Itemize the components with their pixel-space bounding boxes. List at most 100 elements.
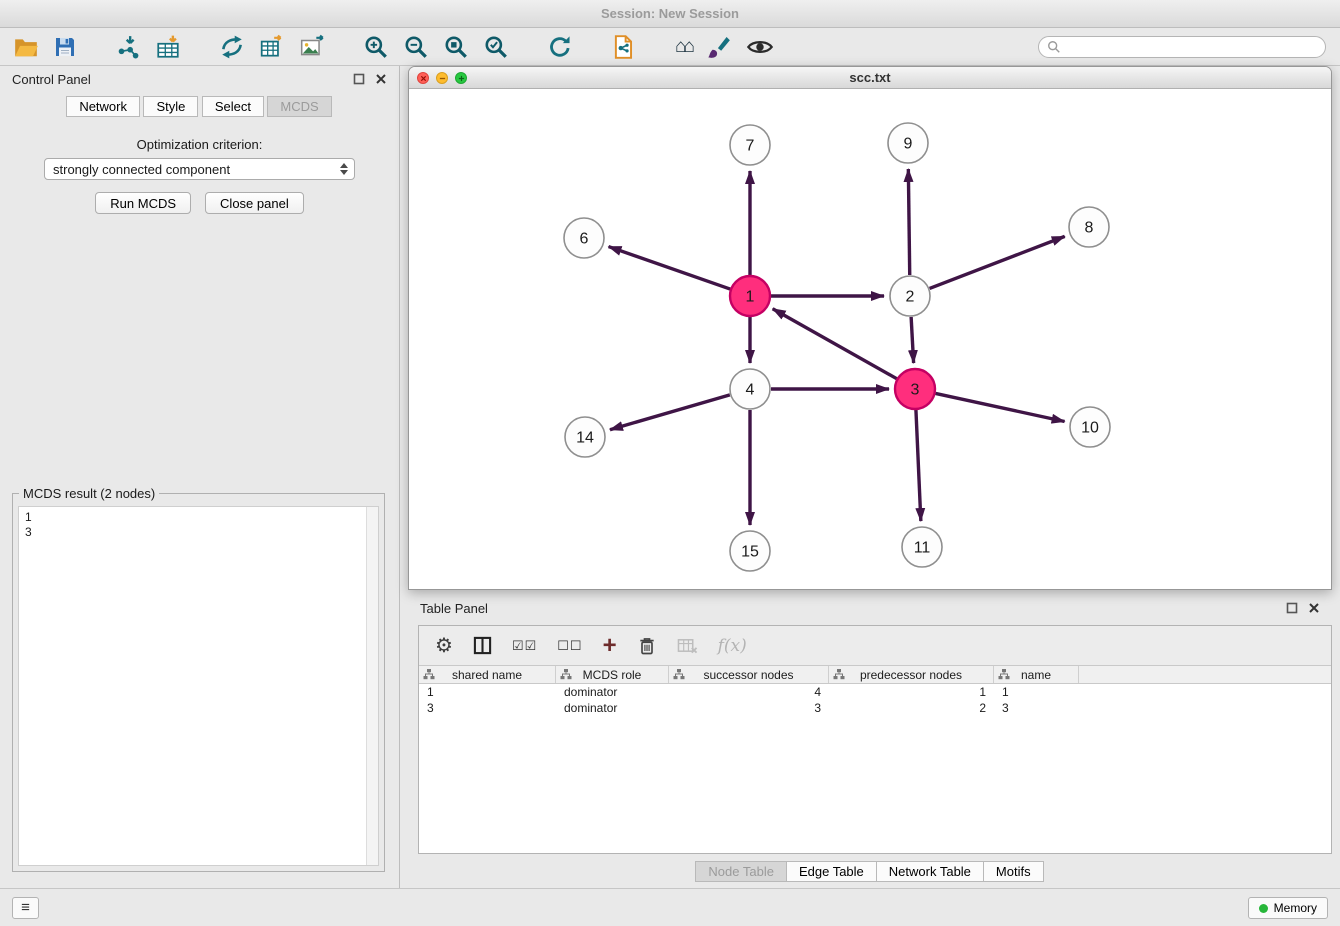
node-6[interactable]: 6 xyxy=(564,218,604,258)
float-panel-button[interactable] xyxy=(353,73,365,85)
close-control-panel-button[interactable] xyxy=(375,73,387,85)
column-header-name[interactable]: name xyxy=(994,666,1079,683)
node-7[interactable]: 7 xyxy=(730,125,770,165)
new-table-button[interactable] xyxy=(252,34,292,60)
memory-button[interactable]: Memory xyxy=(1248,897,1328,919)
export-image-icon xyxy=(299,34,325,60)
column-header-shared-name[interactable]: shared name xyxy=(419,666,556,683)
node-2[interactable]: 2 xyxy=(890,276,930,316)
import-network-button[interactable] xyxy=(108,34,148,60)
delete-row-button[interactable] xyxy=(631,634,663,658)
tab-edge-table[interactable]: Edge Table xyxy=(786,861,877,882)
network-graph[interactable]: 7 9 6 8 1 2 4 3 14 10 15 11 xyxy=(409,89,1331,589)
minimize-window-icon xyxy=(439,75,446,82)
refresh-view-button[interactable] xyxy=(540,34,580,60)
node-label: 14 xyxy=(576,430,594,447)
table-cell[interactable]: 1 xyxy=(829,685,994,699)
column-header-MCDS-role[interactable]: MCDS role xyxy=(556,666,669,683)
node-label: 9 xyxy=(904,136,913,153)
show-columns-button[interactable] xyxy=(467,634,498,657)
tab-motifs[interactable]: Motifs xyxy=(983,861,1044,882)
table-cell[interactable]: dominator xyxy=(556,685,669,699)
edge-2-9[interactable] xyxy=(908,169,909,275)
tab-style[interactable]: Style xyxy=(143,96,198,117)
table-cell[interactable]: 1 xyxy=(419,685,556,699)
add-row-button[interactable]: + xyxy=(597,634,623,658)
save-session-button[interactable] xyxy=(46,35,84,59)
table-cell[interactable]: 2 xyxy=(829,701,994,715)
table-settings-button[interactable]: ⚙ xyxy=(429,634,459,658)
tab-network[interactable]: Network xyxy=(66,96,140,117)
table-cell[interactable]: 3 xyxy=(994,701,1079,715)
table-row[interactable]: 1dominator411 xyxy=(419,684,1331,700)
table-row[interactable]: 3dominator323 xyxy=(419,700,1331,716)
zoom-fit-button[interactable] xyxy=(436,34,476,60)
first-neighbors-icon xyxy=(611,34,637,60)
apply-style-button[interactable] xyxy=(699,34,739,60)
graphics-details-button[interactable] xyxy=(739,33,781,61)
search-input[interactable] xyxy=(1066,40,1317,54)
show-all-button[interactable]: ⌂⌂ xyxy=(668,36,699,58)
close-panel-button[interactable]: Close panel xyxy=(205,192,304,214)
deselect-all-rows-button[interactable]: ☐☐ xyxy=(551,636,588,656)
table-panel-title: Table Panel xyxy=(420,601,488,616)
criterion-dropdown[interactable]: strongly connected component xyxy=(44,158,355,180)
network-window-titlebar[interactable]: scc.txt xyxy=(409,67,1331,89)
close-window-button[interactable] xyxy=(417,72,429,84)
minimize-window-button[interactable] xyxy=(436,72,448,84)
node-11[interactable]: 11 xyxy=(902,527,942,567)
node-1[interactable]: 1 xyxy=(730,276,770,316)
table-cell[interactable]: 1 xyxy=(994,685,1079,699)
edge-2-3[interactable] xyxy=(911,317,913,363)
search-box[interactable] xyxy=(1038,36,1326,58)
network-window: scc.txt 7 9 6 8 1 2 4 3 14 10 15 11 xyxy=(408,66,1332,590)
edge-2-8[interactable] xyxy=(930,236,1065,288)
node-4[interactable]: 4 xyxy=(730,369,770,409)
edge-3-10[interactable] xyxy=(936,393,1065,421)
control-panel-title: Control Panel xyxy=(12,72,91,87)
edge-3-1[interactable] xyxy=(773,309,897,379)
open-session-button[interactable] xyxy=(6,34,46,60)
table-toolbar: ⚙ ☑☑ ☐☐ + f(x) xyxy=(419,626,1331,666)
mcds-result-line: 1 xyxy=(25,510,372,525)
column-sort-icon xyxy=(560,669,572,683)
edge-3-11[interactable] xyxy=(916,410,921,521)
import-network-icon xyxy=(115,34,141,60)
node-14[interactable]: 14 xyxy=(565,417,605,457)
close-table-panel-button[interactable] xyxy=(1308,602,1320,614)
first-neighbors-button[interactable] xyxy=(604,34,644,60)
tab-network-table[interactable]: Network Table xyxy=(876,861,984,882)
edge-4-14[interactable] xyxy=(610,395,730,430)
table-cell[interactable]: 3 xyxy=(419,701,556,715)
zoom-in-button[interactable] xyxy=(356,34,396,60)
panel-menu-button[interactable]: ≡ xyxy=(12,897,39,919)
node-10[interactable]: 10 xyxy=(1070,407,1110,447)
node-8[interactable]: 8 xyxy=(1069,207,1109,247)
node-label: 15 xyxy=(741,544,759,561)
table-cell[interactable]: 3 xyxy=(669,701,829,715)
zoom-selected-button[interactable] xyxy=(476,34,516,60)
table-cell[interactable]: 4 xyxy=(669,685,829,699)
tab-select[interactable]: Select xyxy=(202,96,264,117)
zoom-out-button[interactable] xyxy=(396,34,436,60)
column-header-predecessor-nodes[interactable]: predecessor nodes xyxy=(829,666,994,683)
import-table-button[interactable] xyxy=(148,34,188,60)
select-all-rows-button[interactable]: ☑☑ xyxy=(506,636,543,656)
open-folder-icon xyxy=(13,34,39,60)
float-table-panel-button[interactable] xyxy=(1286,602,1298,614)
node-3[interactable]: 3 xyxy=(895,369,935,409)
run-mcds-button[interactable]: Run MCDS xyxy=(95,192,191,214)
zoom-window-button[interactable] xyxy=(455,72,467,84)
export-image-button[interactable] xyxy=(292,34,332,60)
new-network-button[interactable] xyxy=(212,34,252,60)
result-scrollbar[interactable] xyxy=(366,507,378,865)
node-9[interactable]: 9 xyxy=(888,123,928,163)
mcds-result-title: MCDS result (2 nodes) xyxy=(19,486,159,501)
tab-mcds[interactable]: MCDS xyxy=(267,96,331,117)
network-canvas[interactable]: 7 9 6 8 1 2 4 3 14 10 15 11 xyxy=(409,89,1331,589)
tab-node-table[interactable]: Node Table xyxy=(695,861,787,882)
column-header-successor-nodes[interactable]: successor nodes xyxy=(669,666,829,683)
table-cell[interactable]: dominator xyxy=(556,701,669,715)
node-15[interactable]: 15 xyxy=(730,531,770,571)
edge-1-6[interactable] xyxy=(609,247,731,289)
